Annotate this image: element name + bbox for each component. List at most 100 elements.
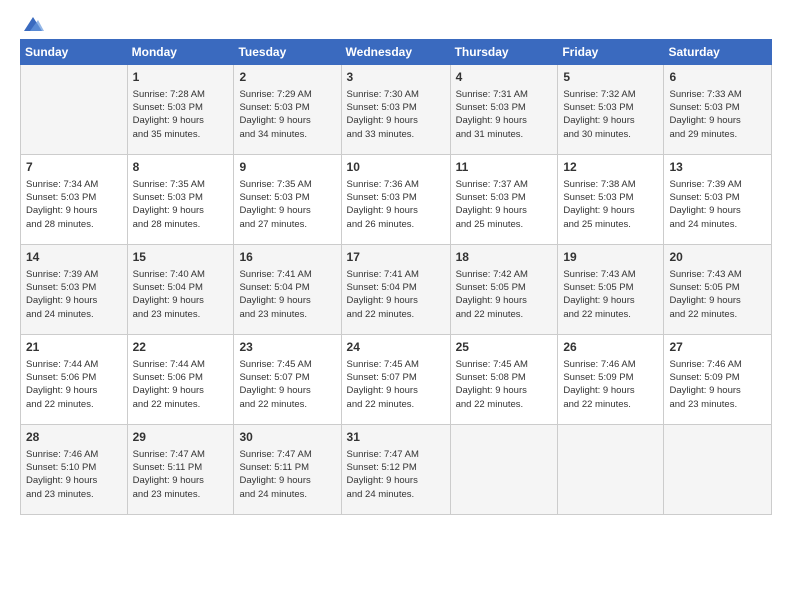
day-info: Sunrise: 7:42 AMSunset: 5:05 PMDaylight:… xyxy=(456,268,553,321)
day-number: 13 xyxy=(669,159,766,176)
calendar-cell: 7 Sunrise: 7:34 AMSunset: 5:03 PMDaylight… xyxy=(21,155,128,245)
day-number: 31 xyxy=(347,429,445,446)
calendar-cell: 13 Sunrise: 7:39 AMSunset: 5:03 PMDayligh… xyxy=(664,155,772,245)
calendar-cell: 19 Sunrise: 7:43 AMSunset: 5:05 PMDayligh… xyxy=(558,245,664,335)
day-info: Sunrise: 7:44 AMSunset: 5:06 PMDaylight:… xyxy=(26,358,122,411)
day-number: 7 xyxy=(26,159,122,176)
day-number: 24 xyxy=(347,339,445,356)
day-number: 5 xyxy=(563,69,658,86)
day-info: Sunrise: 7:38 AMSunset: 5:03 PMDaylight:… xyxy=(563,178,658,231)
day-number: 20 xyxy=(669,249,766,266)
header xyxy=(20,15,772,29)
day-info: Sunrise: 7:35 AMSunset: 5:03 PMDaylight:… xyxy=(239,178,335,231)
calendar-cell: 31 Sunrise: 7:47 AMSunset: 5:12 PMDayligh… xyxy=(341,425,450,515)
calendar-cell: 4Sunrise: 7:31 AMSunset: 5:03 PMDaylight… xyxy=(450,65,558,155)
day-info: Sunrise: 7:31 AMSunset: 5:03 PMDaylight:… xyxy=(456,88,553,141)
day-number: 10 xyxy=(347,159,445,176)
calendar-cell: 5 Sunrise: 7:32 AMSunset: 5:03 PMDaylight… xyxy=(558,65,664,155)
calendar-cell: 14 Sunrise: 7:39 AMSunset: 5:03 PMDayligh… xyxy=(21,245,128,335)
day-number: 22 xyxy=(133,339,229,356)
day-info: Sunrise: 7:39 AMSunset: 5:03 PMDaylight:… xyxy=(26,268,122,321)
calendar-cell: 27Sunrise: 7:46 AMSunset: 5:09 PMDayligh… xyxy=(664,335,772,425)
calendar-cell: 26Sunrise: 7:46 AMSunset: 5:09 PMDayligh… xyxy=(558,335,664,425)
calendar-cell: 29Sunrise: 7:47 AMSunset: 5:11 PMDayligh… xyxy=(127,425,234,515)
day-number: 18 xyxy=(456,249,553,266)
weekday-friday: Friday xyxy=(558,40,664,65)
day-number: 21 xyxy=(26,339,122,356)
calendar-cell: 18 Sunrise: 7:42 AMSunset: 5:05 PMDayligh… xyxy=(450,245,558,335)
week-row-2: 7 Sunrise: 7:34 AMSunset: 5:03 PMDaylight… xyxy=(21,155,772,245)
day-number: 30 xyxy=(239,429,335,446)
day-number: 25 xyxy=(456,339,553,356)
day-info: Sunrise: 7:45 AMSunset: 5:07 PMDaylight:… xyxy=(347,358,445,411)
calendar-cell: 10 Sunrise: 7:36 AMSunset: 5:03 PMDayligh… xyxy=(341,155,450,245)
calendar-cell xyxy=(450,425,558,515)
calendar-cell: 17 Sunrise: 7:41 AMSunset: 5:04 PMDayligh… xyxy=(341,245,450,335)
week-row-1: 1 Sunrise: 7:28 AMSunset: 5:03 PMDaylight… xyxy=(21,65,772,155)
day-number: 6 xyxy=(669,69,766,86)
weekday-wednesday: Wednesday xyxy=(341,40,450,65)
day-info: Sunrise: 7:43 AMSunset: 5:05 PMDaylight:… xyxy=(563,268,658,321)
day-info: Sunrise: 7:29 AMSunset: 5:03 PMDaylight:… xyxy=(239,88,335,141)
weekday-header-row: SundayMondayTuesdayWednesdayThursdayFrid… xyxy=(21,40,772,65)
day-number: 2 xyxy=(239,69,335,86)
day-info: Sunrise: 7:41 AMSunset: 5:04 PMDaylight:… xyxy=(239,268,335,321)
weekday-thursday: Thursday xyxy=(450,40,558,65)
day-number: 28 xyxy=(26,429,122,446)
day-number: 27 xyxy=(669,339,766,356)
day-info: Sunrise: 7:33 AMSunset: 5:03 PMDaylight:… xyxy=(669,88,766,141)
day-info: Sunrise: 7:43 AMSunset: 5:05 PMDaylight:… xyxy=(669,268,766,321)
day-number: 9 xyxy=(239,159,335,176)
day-info: Sunrise: 7:41 AMSunset: 5:04 PMDaylight:… xyxy=(347,268,445,321)
calendar-cell xyxy=(558,425,664,515)
calendar-cell: 1 Sunrise: 7:28 AMSunset: 5:03 PMDaylight… xyxy=(127,65,234,155)
day-info: Sunrise: 7:36 AMSunset: 5:03 PMDaylight:… xyxy=(347,178,445,231)
day-number: 8 xyxy=(133,159,229,176)
day-info: Sunrise: 7:40 AMSunset: 5:04 PMDaylight:… xyxy=(133,268,229,321)
calendar-cell: 11 Sunrise: 7:37 AMSunset: 5:03 PMDayligh… xyxy=(450,155,558,245)
day-info: Sunrise: 7:46 AMSunset: 5:10 PMDaylight:… xyxy=(26,448,122,501)
calendar-cell: 3Sunrise: 7:30 AMSunset: 5:03 PMDaylight… xyxy=(341,65,450,155)
calendar-cell: 30 Sunrise: 7:47 AMSunset: 5:11 PMDayligh… xyxy=(234,425,341,515)
day-number: 3 xyxy=(347,69,445,86)
day-info: Sunrise: 7:47 AMSunset: 5:11 PMDaylight:… xyxy=(239,448,335,501)
calendar-cell: 23 Sunrise: 7:45 AMSunset: 5:07 PMDayligh… xyxy=(234,335,341,425)
day-info: Sunrise: 7:45 AMSunset: 5:08 PMDaylight:… xyxy=(456,358,553,411)
day-info: Sunrise: 7:45 AMSunset: 5:07 PMDaylight:… xyxy=(239,358,335,411)
day-number: 14 xyxy=(26,249,122,266)
day-info: Sunrise: 7:47 AMSunset: 5:12 PMDaylight:… xyxy=(347,448,445,501)
calendar-cell: 6 Sunrise: 7:33 AMSunset: 5:03 PMDaylight… xyxy=(664,65,772,155)
calendar-cell: 28 Sunrise: 7:46 AMSunset: 5:10 PMDayligh… xyxy=(21,425,128,515)
calendar-cell: 16Sunrise: 7:41 AMSunset: 5:04 PMDayligh… xyxy=(234,245,341,335)
calendar-cell: 2 Sunrise: 7:29 AMSunset: 5:03 PMDaylight… xyxy=(234,65,341,155)
logo-icon xyxy=(22,15,44,33)
day-number: 1 xyxy=(133,69,229,86)
day-number: 23 xyxy=(239,339,335,356)
weekday-tuesday: Tuesday xyxy=(234,40,341,65)
day-number: 17 xyxy=(347,249,445,266)
calendar-cell: 15 Sunrise: 7:40 AMSunset: 5:04 PMDayligh… xyxy=(127,245,234,335)
calendar: SundayMondayTuesdayWednesdayThursdayFrid… xyxy=(20,39,772,515)
day-info: Sunrise: 7:35 AMSunset: 5:03 PMDaylight:… xyxy=(133,178,229,231)
week-row-3: 14 Sunrise: 7:39 AMSunset: 5:03 PMDayligh… xyxy=(21,245,772,335)
calendar-cell: 9 Sunrise: 7:35 AMSunset: 5:03 PMDaylight… xyxy=(234,155,341,245)
calendar-cell: 12 Sunrise: 7:38 AMSunset: 5:03 PMDayligh… xyxy=(558,155,664,245)
day-info: Sunrise: 7:47 AMSunset: 5:11 PMDaylight:… xyxy=(133,448,229,501)
day-info: Sunrise: 7:28 AMSunset: 5:03 PMDaylight:… xyxy=(133,88,229,141)
day-info: Sunrise: 7:39 AMSunset: 5:03 PMDaylight:… xyxy=(669,178,766,231)
calendar-cell: 25 Sunrise: 7:45 AMSunset: 5:08 PMDayligh… xyxy=(450,335,558,425)
day-info: Sunrise: 7:37 AMSunset: 5:03 PMDaylight:… xyxy=(456,178,553,231)
day-number: 11 xyxy=(456,159,553,176)
day-info: Sunrise: 7:34 AMSunset: 5:03 PMDaylight:… xyxy=(26,178,122,231)
weekday-monday: Monday xyxy=(127,40,234,65)
day-number: 15 xyxy=(133,249,229,266)
calendar-cell: 24 Sunrise: 7:45 AMSunset: 5:07 PMDayligh… xyxy=(341,335,450,425)
weekday-saturday: Saturday xyxy=(664,40,772,65)
day-info: Sunrise: 7:32 AMSunset: 5:03 PMDaylight:… xyxy=(563,88,658,141)
calendar-cell: 22 Sunrise: 7:44 AMSunset: 5:06 PMDayligh… xyxy=(127,335,234,425)
calendar-cell: 21 Sunrise: 7:44 AMSunset: 5:06 PMDayligh… xyxy=(21,335,128,425)
logo xyxy=(20,15,44,29)
day-number: 12 xyxy=(563,159,658,176)
day-number: 19 xyxy=(563,249,658,266)
day-info: Sunrise: 7:44 AMSunset: 5:06 PMDaylight:… xyxy=(133,358,229,411)
